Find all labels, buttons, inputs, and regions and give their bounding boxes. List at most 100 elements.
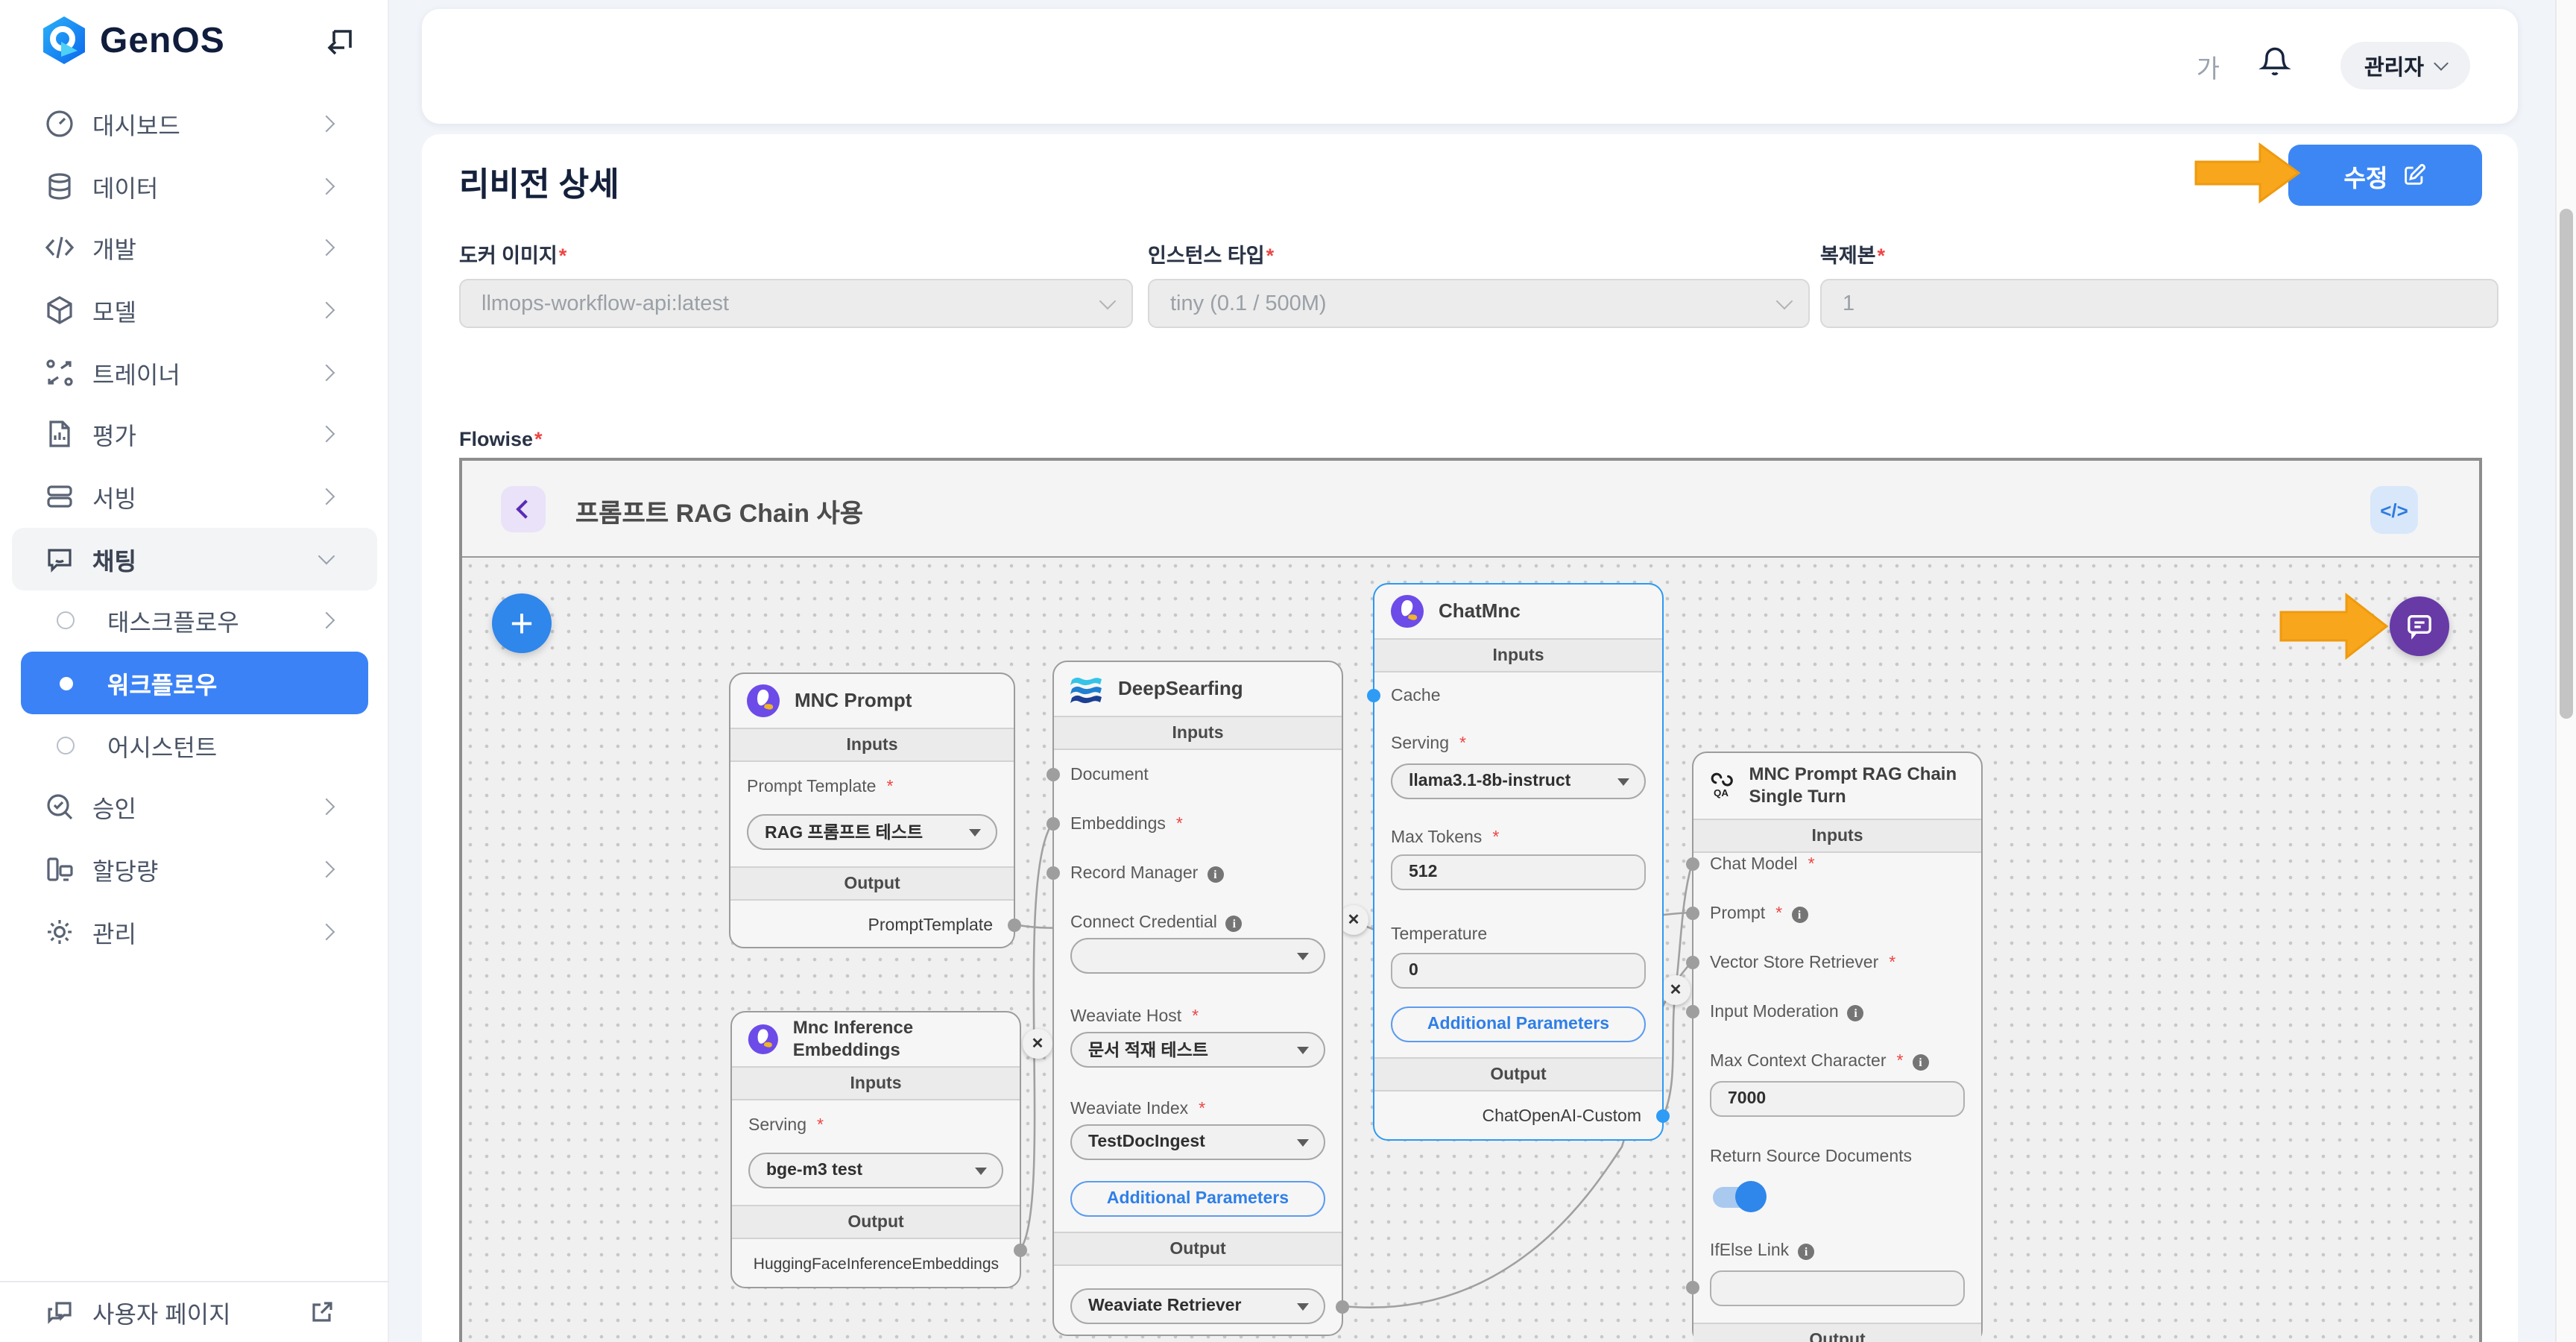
- radio-icon: [57, 736, 75, 754]
- inputs-band: Inputs: [1374, 638, 1662, 672]
- input-handle[interactable]: [1046, 866, 1060, 880]
- code-view-button[interactable]: </>: [2370, 486, 2418, 534]
- output-handle[interactable]: [1008, 919, 1021, 932]
- serving-select[interactable]: llama3.1-8b-instruct: [1391, 763, 1646, 799]
- additional-parameters-button[interactable]: Additional Parameters: [1070, 1181, 1325, 1217]
- sidebar-item-assistant[interactable]: 어시스턴트: [0, 714, 389, 776]
- sidebar-item-admin[interactable]: 관리: [0, 901, 389, 963]
- sidebar-item-evaluation[interactable]: 평가: [0, 403, 389, 465]
- input-handle[interactable]: [1686, 956, 1699, 969]
- sidebar-item-model[interactable]: 모델: [0, 279, 389, 341]
- chevron-right-icon: [318, 798, 335, 816]
- input-handle[interactable]: [1686, 907, 1699, 920]
- chat-message-icon: [2405, 611, 2434, 641]
- sidebar-item-dashboard[interactable]: 대시보드: [0, 92, 389, 154]
- sidebar-item-quota[interactable]: 할당량: [0, 839, 389, 901]
- field-label: IfElse Linki: [1710, 1239, 1965, 1263]
- node-deepsearfing[interactable]: DeepSearfing Inputs Document Embeddings*…: [1052, 661, 1343, 1336]
- input-row-record-manager: Record Manageri: [1070, 862, 1325, 886]
- input-handle[interactable]: [1686, 857, 1699, 871]
- page-scrollbar[interactable]: [2555, 0, 2576, 1342]
- flowise-panel: 프롬프트 RAG Chain 사용 </> +: [459, 458, 2482, 1342]
- docker-image-select[interactable]: llmops-workflow-api:latest: [459, 279, 1133, 328]
- sidebar-item-taskflow[interactable]: 태스크플로우: [0, 590, 389, 652]
- notification-bell-icon[interactable]: [2258, 45, 2291, 78]
- chat-preview-button[interactable]: [2390, 596, 2449, 656]
- sidebar-item-chat[interactable]: 채팅: [12, 528, 377, 590]
- node-mnc-prompt[interactable]: MNC Prompt Inputs Prompt Template* RAG 프…: [729, 672, 1015, 948]
- top-header: 가 관리자: [422, 9, 2518, 124]
- field-label: Serving*: [748, 1114, 1003, 1138]
- input-handle[interactable]: [1367, 689, 1380, 702]
- sidebar-item-workflow[interactable]: 워크플로우: [21, 652, 368, 713]
- chevron-right-icon: [318, 612, 335, 629]
- node-rag-chain[interactable]: QA MNC Prompt RAG Chain Single Turn Inpu…: [1692, 752, 1983, 1342]
- output-handle[interactable]: [1014, 1244, 1027, 1257]
- profile-menu[interactable]: 관리자: [2340, 42, 2470, 89]
- node-chatmnc[interactable]: ChatMnc Inputs Cache Serving* llama3.1-8…: [1373, 583, 1664, 1141]
- mnc-logo-icon: [747, 1021, 780, 1057]
- node-mnc-embeddings[interactable]: Mnc Inference Embeddings Inputs Serving*…: [730, 1011, 1021, 1288]
- page-title: 리비전 상세: [459, 158, 619, 206]
- add-node-button[interactable]: +: [492, 593, 552, 653]
- edit-button[interactable]: 수정: [2288, 145, 2482, 206]
- mnc-logo-icon: [745, 683, 781, 719]
- database-icon: [45, 171, 75, 201]
- docker-image-field: 도커 이미지* llmops-workflow-api:latest: [459, 239, 1133, 328]
- connect-credential-select[interactable]: [1070, 938, 1325, 974]
- flow-canvas[interactable]: + ✕ ✕ ✕ MNC Prompt Inp: [462, 558, 2479, 1342]
- caret-down-icon: [969, 828, 981, 836]
- app-root: GenOS 대시보드 데이터 개발 모델: [0, 0, 2576, 1342]
- sidebar-footer-userpage[interactable]: 사용자 페이지: [0, 1281, 389, 1342]
- edge-delete-button[interactable]: ✕: [1339, 905, 1368, 935]
- output-handle[interactable]: [1336, 1300, 1349, 1314]
- ifelse-link-input[interactable]: [1710, 1270, 1965, 1306]
- input-handle[interactable]: [1686, 1281, 1699, 1294]
- prompt-template-select[interactable]: RAG 프롬프트 테스트: [747, 814, 997, 850]
- node-header: ChatMnc: [1374, 585, 1662, 638]
- temperature-input[interactable]: 0: [1391, 953, 1646, 989]
- weaviate-host-select[interactable]: 문서 적재 테스트: [1070, 1032, 1325, 1068]
- input-handle[interactable]: [1046, 817, 1060, 831]
- output-select[interactable]: Weaviate Retriever: [1070, 1288, 1325, 1324]
- scrollbar-thumb[interactable]: [2560, 209, 2573, 719]
- output-name: HuggingFaceInferenceEmbeddings: [748, 1253, 1003, 1276]
- serving-select[interactable]: bge-m3 test: [748, 1153, 1003, 1188]
- sidebar-item-develop[interactable]: 개발: [0, 217, 389, 279]
- output-band: Output: [1374, 1057, 1662, 1091]
- chevron-right-icon: [318, 488, 335, 505]
- sidebar-item-serving[interactable]: 서빙: [0, 465, 389, 527]
- sidebar: GenOS 대시보드 데이터 개발 모델: [0, 0, 389, 1342]
- additional-parameters-button[interactable]: Additional Parameters: [1391, 1006, 1646, 1042]
- max-tokens-input[interactable]: 512: [1391, 854, 1646, 890]
- chevron-left-icon: [516, 500, 534, 518]
- input-handle[interactable]: [1046, 768, 1060, 781]
- input-handle[interactable]: [1686, 1005, 1699, 1018]
- chevron-down-icon: [1776, 292, 1793, 309]
- sidebar-item-trainer[interactable]: 트레이너: [0, 341, 389, 403]
- devices-icon: [45, 854, 75, 884]
- info-icon: i: [1912, 1053, 1928, 1070]
- node-header: DeepSearfing: [1054, 662, 1342, 716]
- back-button[interactable]: [501, 486, 546, 532]
- sidebar-collapse-icon[interactable]: [323, 25, 356, 58]
- cube-icon: [45, 295, 75, 325]
- deepsearfing-waves-icon: [1069, 671, 1105, 707]
- output-handle[interactable]: [1656, 1109, 1670, 1123]
- bullet-icon: [60, 676, 73, 690]
- instance-type-select[interactable]: tiny (0.1 / 500M): [1148, 279, 1810, 328]
- return-source-toggle[interactable]: [1713, 1187, 1764, 1208]
- sidebar-item-approval[interactable]: 승인: [0, 776, 389, 838]
- info-icon: i: [1791, 906, 1808, 922]
- max-context-input[interactable]: 7000: [1710, 1081, 1965, 1117]
- input-row-prompt: Prompt*i: [1710, 902, 1965, 926]
- font-size-toggle[interactable]: 가: [2197, 48, 2220, 85]
- sidebar-item-data[interactable]: 데이터: [0, 154, 389, 216]
- edge-delete-button[interactable]: ✕: [1661, 975, 1690, 1005]
- edge-delete-button[interactable]: ✕: [1023, 1029, 1052, 1059]
- field-label: Prompt Template*: [747, 775, 997, 799]
- weaviate-index-select[interactable]: TestDocIngest: [1070, 1124, 1325, 1160]
- replicas-input[interactable]: 1: [1820, 279, 2498, 328]
- instance-type-field: 인스턴스 타입* tiny (0.1 / 500M): [1148, 239, 1810, 328]
- gauge-icon: [45, 109, 75, 139]
